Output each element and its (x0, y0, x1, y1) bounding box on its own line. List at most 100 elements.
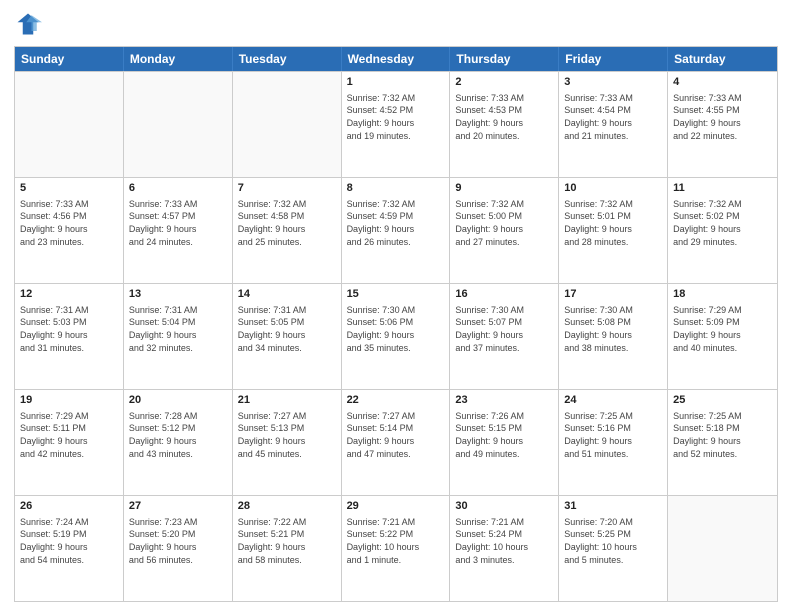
day-cell-12: 12 Sunrise: 7:31 AM Sunset: 5:03 PM Dayli… (15, 284, 124, 389)
day-info: Sunrise: 7:20 AM Sunset: 5:25 PM Dayligh… (564, 516, 662, 566)
logo (14, 10, 46, 38)
day-info: Sunrise: 7:27 AM Sunset: 5:14 PM Dayligh… (347, 410, 445, 460)
day-info: Sunrise: 7:33 AM Sunset: 4:56 PM Dayligh… (20, 198, 118, 248)
day-cell-21: 21Sunrise: 7:27 AM Sunset: 5:13 PM Dayli… (233, 390, 342, 495)
day-info: Sunrise: 7:29 AM Sunset: 5:09 PM Dayligh… (673, 304, 772, 354)
header (14, 10, 778, 38)
day-info: Sunrise: 7:32 AM Sunset: 4:59 PM Dayligh… (347, 198, 445, 248)
day-info: Sunrise: 7:32 AM Sunset: 5:00 PM Dayligh… (455, 198, 553, 248)
day-info: Sunrise: 7:32 AM Sunset: 5:01 PM Dayligh… (564, 198, 662, 248)
day-cell-30: 30 Sunrise: 7:21 AM Sunset: 5:24 PM Dayli… (450, 496, 559, 601)
header-cell-thursday: Thursday (450, 47, 559, 71)
day-info: Sunrise: 7:21 AM Sunset: 5:24 PM Dayligh… (455, 516, 553, 566)
day-cell-24: 24Sunrise: 7:25 AM Sunset: 5:16 PM Dayli… (559, 390, 668, 495)
day-cell-7: 7 Sunrise: 7:32 AM Sunset: 4:58 PM Daylig… (233, 178, 342, 283)
day-info: Sunrise: 7:30 AM Sunset: 5:07 PM Dayligh… (455, 304, 553, 354)
logo-icon (14, 10, 42, 38)
day-cell-4: 4 Sunrise: 7:33 AM Sunset: 4:55 PM Daylig… (668, 72, 777, 177)
day-number: 20 (129, 393, 227, 408)
header-cell-monday: Monday (124, 47, 233, 71)
calendar: SundayMondayTuesdayWednesdayThursdayFrid… (14, 46, 778, 602)
day-cell-2: 2Sunrise: 7:33 AM Sunset: 4:53 PM Daylig… (450, 72, 559, 177)
day-cell-1: 1Sunrise: 7:32 AM Sunset: 4:52 PM Daylig… (342, 72, 451, 177)
day-cell-5: 5 Sunrise: 7:33 AM Sunset: 4:56 PM Daylig… (15, 178, 124, 283)
day-cell-18: 18 Sunrise: 7:29 AM Sunset: 5:09 PM Dayli… (668, 284, 777, 389)
day-number: 25 (673, 393, 772, 408)
day-number: 9 (455, 181, 553, 196)
day-info: Sunrise: 7:26 AM Sunset: 5:15 PM Dayligh… (455, 410, 553, 460)
day-number: 26 (20, 499, 118, 514)
day-cell-11: 11Sunrise: 7:32 AM Sunset: 5:02 PM Dayli… (668, 178, 777, 283)
day-info: Sunrise: 7:24 AM Sunset: 5:19 PM Dayligh… (20, 516, 118, 566)
day-cell-23: 23 Sunrise: 7:26 AM Sunset: 5:15 PM Dayli… (450, 390, 559, 495)
page: SundayMondayTuesdayWednesdayThursdayFrid… (0, 0, 792, 612)
day-number: 3 (564, 75, 662, 90)
day-info: Sunrise: 7:33 AM Sunset: 4:53 PM Dayligh… (455, 92, 553, 142)
day-number: 18 (673, 287, 772, 302)
day-number: 14 (238, 287, 336, 302)
day-number: 4 (673, 75, 772, 90)
day-cell-31: 31 Sunrise: 7:20 AM Sunset: 5:25 PM Dayli… (559, 496, 668, 601)
calendar-row-3: 12 Sunrise: 7:31 AM Sunset: 5:03 PM Dayli… (15, 283, 777, 389)
day-info: Sunrise: 7:27 AM Sunset: 5:13 PM Dayligh… (238, 410, 336, 460)
day-info: Sunrise: 7:33 AM Sunset: 4:54 PM Dayligh… (564, 92, 662, 142)
day-info: Sunrise: 7:22 AM Sunset: 5:21 PM Dayligh… (238, 516, 336, 566)
day-cell-20: 20Sunrise: 7:28 AM Sunset: 5:12 PM Dayli… (124, 390, 233, 495)
calendar-row-4: 19 Sunrise: 7:29 AM Sunset: 5:11 PM Dayli… (15, 389, 777, 495)
day-number: 24 (564, 393, 662, 408)
day-number: 13 (129, 287, 227, 302)
empty-cell (124, 72, 233, 177)
empty-cell (233, 72, 342, 177)
day-number: 8 (347, 181, 445, 196)
day-number: 17 (564, 287, 662, 302)
day-number: 30 (455, 499, 553, 514)
day-cell-13: 13 Sunrise: 7:31 AM Sunset: 5:04 PM Dayli… (124, 284, 233, 389)
day-info: Sunrise: 7:31 AM Sunset: 5:04 PM Dayligh… (129, 304, 227, 354)
day-number: 23 (455, 393, 553, 408)
calendar-row-1: 1Sunrise: 7:32 AM Sunset: 4:52 PM Daylig… (15, 71, 777, 177)
header-cell-sunday: Sunday (15, 47, 124, 71)
day-cell-8: 8 Sunrise: 7:32 AM Sunset: 4:59 PM Daylig… (342, 178, 451, 283)
calendar-body: 1Sunrise: 7:32 AM Sunset: 4:52 PM Daylig… (15, 71, 777, 601)
day-number: 22 (347, 393, 445, 408)
day-info: Sunrise: 7:31 AM Sunset: 5:03 PM Dayligh… (20, 304, 118, 354)
header-cell-tuesday: Tuesday (233, 47, 342, 71)
day-number: 16 (455, 287, 553, 302)
day-info: Sunrise: 7:32 AM Sunset: 5:02 PM Dayligh… (673, 198, 772, 248)
day-cell-22: 22 Sunrise: 7:27 AM Sunset: 5:14 PM Dayli… (342, 390, 451, 495)
day-number: 27 (129, 499, 227, 514)
header-cell-friday: Friday (559, 47, 668, 71)
calendar-row-2: 5 Sunrise: 7:33 AM Sunset: 4:56 PM Daylig… (15, 177, 777, 283)
header-cell-saturday: Saturday (668, 47, 777, 71)
day-info: Sunrise: 7:30 AM Sunset: 5:06 PM Dayligh… (347, 304, 445, 354)
empty-cell (15, 72, 124, 177)
day-number: 15 (347, 287, 445, 302)
day-info: Sunrise: 7:31 AM Sunset: 5:05 PM Dayligh… (238, 304, 336, 354)
day-cell-10: 10 Sunrise: 7:32 AM Sunset: 5:01 PM Dayli… (559, 178, 668, 283)
day-number: 29 (347, 499, 445, 514)
day-cell-14: 14 Sunrise: 7:31 AM Sunset: 5:05 PM Dayli… (233, 284, 342, 389)
day-cell-19: 19 Sunrise: 7:29 AM Sunset: 5:11 PM Dayli… (15, 390, 124, 495)
day-cell-6: 6Sunrise: 7:33 AM Sunset: 4:57 PM Daylig… (124, 178, 233, 283)
day-cell-3: 3 Sunrise: 7:33 AM Sunset: 4:54 PM Daylig… (559, 72, 668, 177)
day-cell-17: 17 Sunrise: 7:30 AM Sunset: 5:08 PM Dayli… (559, 284, 668, 389)
day-cell-27: 27Sunrise: 7:23 AM Sunset: 5:20 PM Dayli… (124, 496, 233, 601)
day-cell-28: 28Sunrise: 7:22 AM Sunset: 5:21 PM Dayli… (233, 496, 342, 601)
day-info: Sunrise: 7:33 AM Sunset: 4:55 PM Dayligh… (673, 92, 772, 142)
calendar-header-row: SundayMondayTuesdayWednesdayThursdayFrid… (15, 47, 777, 71)
day-info: Sunrise: 7:25 AM Sunset: 5:18 PM Dayligh… (673, 410, 772, 460)
day-cell-25: 25 Sunrise: 7:25 AM Sunset: 5:18 PM Dayli… (668, 390, 777, 495)
day-number: 7 (238, 181, 336, 196)
day-info: Sunrise: 7:29 AM Sunset: 5:11 PM Dayligh… (20, 410, 118, 460)
day-number: 5 (20, 181, 118, 196)
day-number: 31 (564, 499, 662, 514)
day-number: 12 (20, 287, 118, 302)
day-info: Sunrise: 7:32 AM Sunset: 4:52 PM Dayligh… (347, 92, 445, 142)
day-number: 19 (20, 393, 118, 408)
day-cell-29: 29Sunrise: 7:21 AM Sunset: 5:22 PM Dayli… (342, 496, 451, 601)
header-cell-wednesday: Wednesday (342, 47, 451, 71)
day-cell-16: 16 Sunrise: 7:30 AM Sunset: 5:07 PM Dayli… (450, 284, 559, 389)
day-info: Sunrise: 7:32 AM Sunset: 4:58 PM Dayligh… (238, 198, 336, 248)
day-info: Sunrise: 7:30 AM Sunset: 5:08 PM Dayligh… (564, 304, 662, 354)
day-number: 10 (564, 181, 662, 196)
